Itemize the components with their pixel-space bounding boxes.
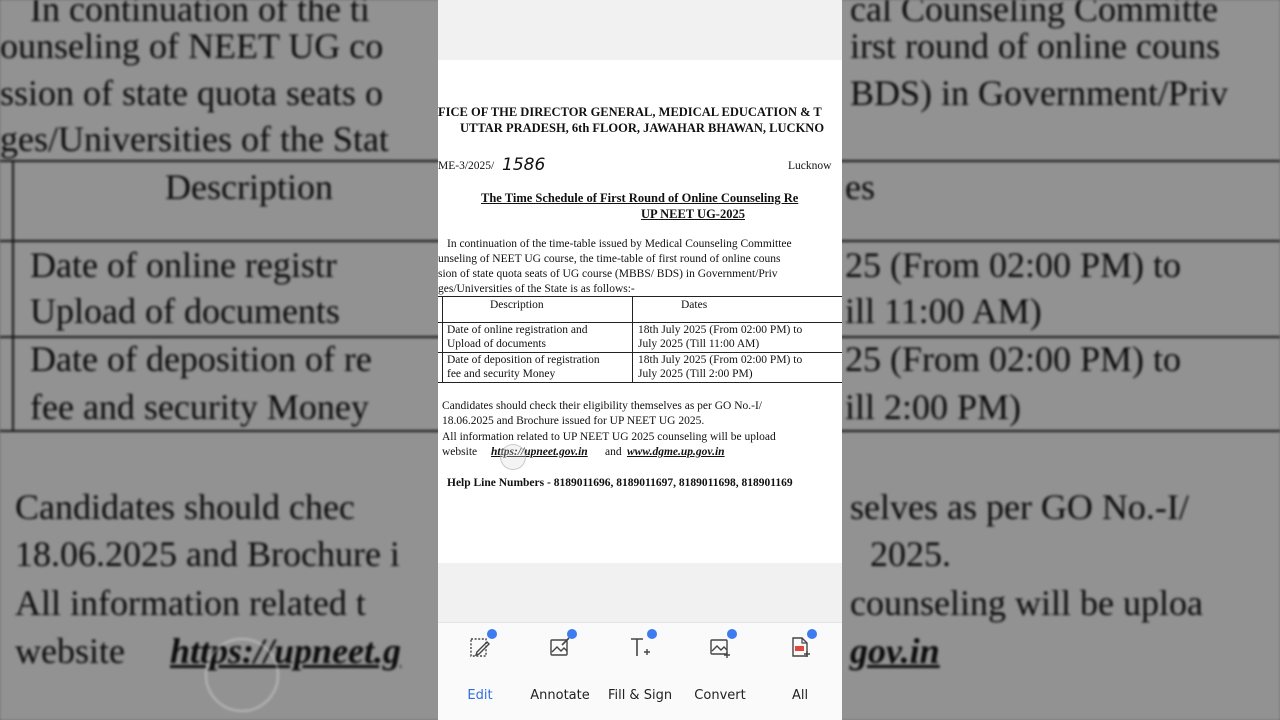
- premium-badge-icon: [487, 629, 497, 639]
- office-address: UTTAR PRADESH, 6th FLOOR, JAWAHAR BHAWAN…: [460, 121, 825, 135]
- tab-convert[interactable]: Convert: [680, 623, 760, 720]
- note-line: All information related to UP NEET UG 20…: [442, 431, 776, 443]
- document-subtitle: UP NEET UG-2025: [641, 207, 745, 221]
- pdf-page[interactable]: FICE OF THE DIRECTOR GENERAL, MEDICAL ED…: [438, 60, 842, 563]
- table-header-dates: Dates: [681, 299, 708, 311]
- reference-number: ME-3/2025/: [438, 160, 495, 172]
- tab-fill-sign[interactable]: Fill & Sign: [600, 623, 680, 720]
- premium-badge-icon: [807, 629, 817, 639]
- table-border: [438, 296, 842, 297]
- tab-all[interactable]: All: [760, 623, 840, 720]
- table-border: [442, 296, 443, 383]
- premium-badge-icon: [647, 629, 657, 639]
- touch-indicator: [500, 444, 526, 470]
- premium-badge-icon: [727, 629, 737, 639]
- pdf-viewer-app: FICE OF THE DIRECTOR GENERAL, MEDICAL ED…: [438, 0, 842, 720]
- edit-page-icon: [470, 638, 490, 657]
- bg-touch-indicator: [205, 638, 279, 712]
- table-header-description: Description: [490, 299, 544, 311]
- bottom-toolbar: Edit Annotate Fill & Sign Convert All: [438, 622, 842, 720]
- helpline-numbers: Help Line Numbers - 8189011696, 81890116…: [447, 477, 793, 489]
- note-line: 18.06.2025 and Brochure issued for UP NE…: [442, 415, 705, 427]
- tab-label: Annotate: [530, 688, 590, 703]
- row-description: Date of online registration and: [447, 324, 588, 336]
- row-description: fee and security Money: [447, 368, 556, 380]
- row-description: Upload of documents: [447, 338, 547, 350]
- premium-badge-icon: [567, 629, 577, 639]
- tab-edit[interactable]: Edit: [440, 623, 520, 720]
- tab-label: Fill & Sign: [607, 688, 673, 703]
- document-title: The Time Schedule of First Round of Onli…: [481, 191, 799, 205]
- annotate-image-icon: [550, 637, 570, 656]
- row-date: 18th July 2025 (From 02:00 PM) to: [638, 324, 803, 336]
- tab-label: All: [791, 688, 809, 703]
- table-border: [632, 296, 633, 383]
- tab-label: Convert: [694, 688, 746, 703]
- text-add-icon: [631, 638, 650, 656]
- place-label: Lucknow: [788, 160, 832, 172]
- office-header: FICE OF THE DIRECTOR GENERAL, MEDICAL ED…: [438, 105, 822, 119]
- intro-line: ges/Universities of the State is as foll…: [438, 283, 635, 295]
- row-date: July 2025 (Till 2:00 PM): [638, 368, 753, 380]
- table-border: [438, 382, 842, 383]
- tab-label: Edit: [467, 688, 493, 703]
- intro-line: unseling of NEET UG course, the time-tab…: [438, 253, 781, 265]
- pdf-document-icon: [792, 637, 810, 657]
- row-description: Date of deposition of registration: [447, 354, 600, 366]
- and-text: and: [605, 446, 622, 458]
- website-label: website: [442, 446, 478, 458]
- handwritten-number: 1586: [502, 155, 546, 175]
- intro-line: In continuation of the time-table issued…: [447, 238, 792, 250]
- image-add-icon: [710, 639, 730, 658]
- tab-annotate[interactable]: Annotate: [520, 623, 600, 720]
- dgme-link[interactable]: www.dgme.up.gov.in: [627, 446, 725, 458]
- note-line: Candidates should check their eligibilit…: [442, 400, 763, 412]
- row-date: July 2025 (Till 11:00 AM): [638, 338, 760, 350]
- row-date: 18th July 2025 (From 02:00 PM) to: [638, 354, 803, 366]
- intro-line: sion of state quota seats of UG course (…: [438, 268, 778, 280]
